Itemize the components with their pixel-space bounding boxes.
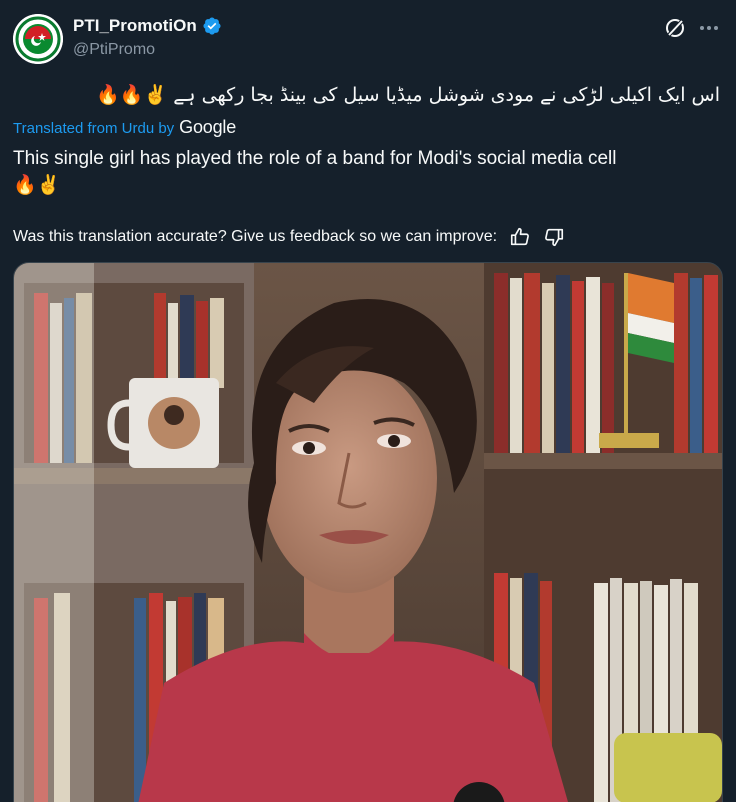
translated-text-emoji: 🔥✌️: [13, 175, 61, 196]
author-name-row[interactable]: PTI_PromotiOn: [73, 14, 222, 38]
video-frame: [14, 263, 722, 802]
author-handle[interactable]: @PtiPromo: [73, 41, 155, 59]
feedback-prompt: Was this translation accurate? Give us f…: [13, 228, 498, 245]
translation-attribution: Translated from Urdu by Google: [13, 117, 236, 138]
translator-name: Google: [179, 117, 237, 137]
more-options-icon[interactable]: [697, 16, 721, 40]
original-text: اس ایک اکیلی لڑکی نے مودی شوشل میڈیا سیل…: [96, 84, 720, 106]
thumbs-up-icon[interactable]: [509, 226, 531, 248]
avatar[interactable]: [13, 14, 63, 64]
video-thumbnail[interactable]: [13, 262, 723, 802]
thumbs-down-icon[interactable]: [543, 226, 565, 248]
tweet: PTI_PromotiOn @PtiPromo اس ایک اکیلی لڑک…: [0, 0, 736, 802]
translated-from-label[interactable]: Translated from Urdu by: [13, 120, 174, 137]
translation-feedback: Was this translation accurate? Give us f…: [13, 226, 565, 248]
verified-badge-icon[interactable]: [202, 16, 222, 36]
translated-text: This single girl has played the role of …: [13, 148, 617, 169]
pti-logo-icon: [13, 14, 63, 64]
display-name[interactable]: PTI_PromotiOn: [73, 16, 197, 36]
grok-icon[interactable]: [663, 16, 687, 40]
